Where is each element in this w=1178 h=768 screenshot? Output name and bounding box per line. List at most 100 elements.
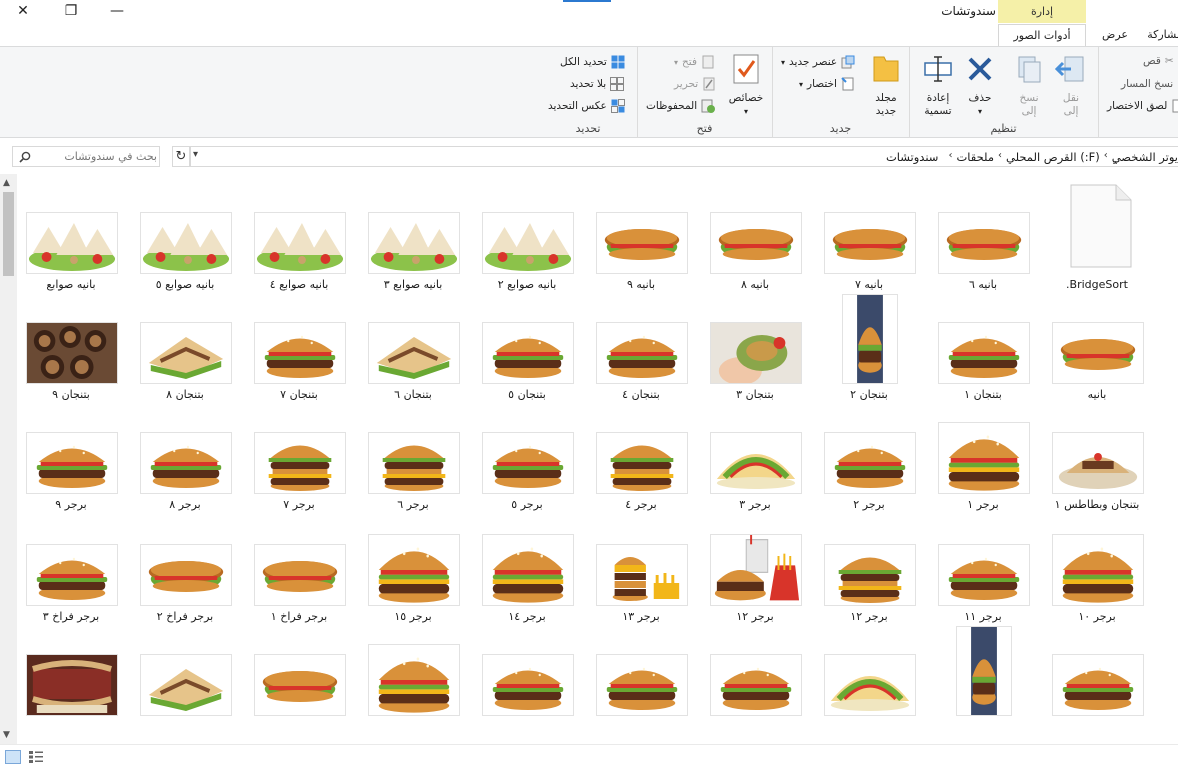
tab-share[interactable]: مشاركة	[1140, 24, 1178, 46]
image-file-item[interactable]: بانيه صوابع ٣	[360, 182, 466, 291]
new-folder-button[interactable]: مجلد جديد	[867, 53, 905, 118]
file-list-pane[interactable]: ▲ ▼ BridgeSort. بانيه ٦ بانيه ٧ بانيه ٨ باني…	[0, 174, 1178, 744]
scroll-thumb[interactable]	[3, 192, 14, 276]
image-file-item[interactable]: برجر فراخ ١	[246, 514, 352, 623]
address-history-dropdown-icon[interactable]: ▾	[193, 149, 198, 160]
image-file-item[interactable]: برجر ٧	[246, 402, 352, 511]
image-file-item[interactable]	[816, 624, 922, 728]
image-file-item[interactable]: برجر ١٥	[360, 514, 466, 623]
invert-selection-button[interactable]: عكس التحديد	[548, 99, 625, 113]
image-file-item[interactable]: بانيه ٩	[588, 182, 694, 291]
image-file-item[interactable]: برجر ٢	[816, 402, 922, 511]
copy-path-button[interactable]: نسخ المسار	[1121, 77, 1178, 91]
image-file-item[interactable]	[930, 624, 1036, 728]
image-file-item[interactable]	[588, 624, 694, 728]
address-row: ↻ ▾ ٍيوتر الشخصي ‹ القرص المحلي (:F) ‹ م…	[0, 138, 1178, 174]
image-file-item[interactable]: بتنجان ٢	[816, 292, 922, 401]
image-file-item[interactable]: بتنجان ٩	[18, 292, 124, 401]
breadcrumb-item-attachments[interactable]: ملحقات	[956, 150, 994, 164]
image-file-item[interactable]: بانيه ٦	[930, 182, 1036, 291]
image-file-item[interactable]: بانيه ٨	[702, 182, 808, 291]
image-file-item[interactable]: بانيه ٧	[816, 182, 922, 291]
details-view-button[interactable]	[5, 750, 21, 764]
edit-button[interactable]: تحرير	[674, 77, 716, 91]
image-file-item[interactable]: بتنجان ٧	[246, 292, 352, 401]
history-icon	[701, 99, 716, 113]
breadcrumb-separator-icon[interactable]: ‹	[998, 150, 1002, 164]
breadcrumb-item-sandwiches[interactable]: سندوتشات	[886, 150, 939, 164]
breadcrumb-separator-icon[interactable]: ‹	[948, 150, 952, 164]
address-bar[interactable]: ▾ ٍيوتر الشخصي ‹ القرص المحلي (:F) ‹ ملح…	[190, 146, 1178, 167]
image-file-item[interactable]: برجر فراخ ٣	[18, 514, 124, 623]
image-file-item[interactable]: برجر ١٣	[588, 514, 694, 623]
open-button[interactable]: ▾ فتح	[674, 55, 715, 69]
image-file-item[interactable]: برجر ٨	[132, 402, 238, 511]
tab-view[interactable]: عرض	[1094, 24, 1136, 46]
easy-access-button[interactable]: ▾ اختصار	[799, 77, 855, 91]
sandwich-thumbnail-icon	[824, 654, 916, 716]
rename-button[interactable]: إعادة تسمية	[918, 53, 958, 118]
breadcrumb-item-this-pc[interactable]: ٍيوتر الشخصي	[1112, 150, 1178, 164]
image-file-item[interactable]: برجر ١١	[930, 514, 1036, 623]
sandwich-thumbnail-icon	[368, 534, 460, 606]
image-file-item[interactable]: برجر ٤	[588, 402, 694, 511]
context-tab-manage[interactable]: إدارة	[998, 0, 1086, 23]
select-none-button[interactable]: بلا تحديد	[570, 77, 625, 91]
image-file-item[interactable]: بانيه صوابع ٢	[474, 182, 580, 291]
properties-button[interactable]: خصائص ▾	[724, 53, 768, 118]
breadcrumb-separator-icon[interactable]: ‹	[1104, 150, 1108, 164]
ribbon-group-organize: إعادة تسمية حذف ▾ نسخ إلى نقل إلى تنظيم	[909, 47, 1097, 138]
image-file-item[interactable]: برجر ١	[930, 402, 1036, 511]
vertical-scrollbar[interactable]: ▲ ▼	[0, 174, 17, 744]
copy-to-button[interactable]: نسخ إلى	[1010, 53, 1048, 118]
search-input[interactable]	[37, 147, 157, 166]
image-file-item[interactable]	[474, 624, 580, 728]
file-name-label: برجر ٩	[55, 498, 87, 511]
image-file-item[interactable]: برجر ٩	[18, 402, 124, 511]
file-name-label: برجر ١٤	[508, 610, 546, 623]
image-file-item[interactable]	[18, 624, 124, 728]
image-file-item[interactable]: بانيه صوابع	[18, 182, 124, 291]
image-file-item[interactable]	[360, 624, 466, 728]
image-file-item[interactable]	[702, 624, 808, 728]
image-file-item[interactable]	[132, 624, 238, 728]
maximize-button[interactable]: ❐	[48, 0, 94, 22]
image-file-item[interactable]: بتنجان ٤	[588, 292, 694, 401]
image-file-item[interactable]: برجر ٣	[702, 402, 808, 511]
image-file-item[interactable]: برجر ١٠	[1044, 514, 1150, 623]
move-to-button[interactable]: نقل إلى	[1052, 53, 1090, 118]
minimize-button[interactable]: —	[94, 0, 140, 22]
image-file-item[interactable]: برجر ٦	[360, 402, 466, 511]
search-box[interactable]	[12, 146, 160, 167]
scroll-down-icon[interactable]: ▼	[3, 730, 10, 740]
scroll-up-icon[interactable]: ▲	[3, 178, 10, 188]
file-item[interactable]: BridgeSort.	[1044, 182, 1150, 291]
large-icons-view-button[interactable]	[28, 750, 44, 764]
image-file-item[interactable]: برجر ١٤	[474, 514, 580, 623]
cut-button[interactable]: قص ✂	[1143, 55, 1174, 67]
image-file-item[interactable]: برجر ١٢	[816, 514, 922, 623]
image-file-item[interactable]: بتنجان ١	[930, 292, 1036, 401]
history-button[interactable]: المحفوظات	[646, 99, 716, 113]
image-file-item[interactable]: بانيه	[1044, 292, 1150, 401]
image-file-item[interactable]: برجر فراخ ٢	[132, 514, 238, 623]
image-file-item[interactable]: بتنجان ٨	[132, 292, 238, 401]
image-file-item[interactable]: بانيه صوابع ٥	[132, 182, 238, 291]
image-file-item[interactable]: بتنجان ٥	[474, 292, 580, 401]
breadcrumb-item-local-disk[interactable]: القرص المحلي (:F)	[1006, 150, 1100, 164]
image-file-item[interactable]	[246, 624, 352, 728]
delete-button[interactable]: حذف ▾	[960, 53, 1000, 118]
image-file-item[interactable]: بانيه صوابع ٤	[246, 182, 352, 291]
select-all-button[interactable]: تحديد الكل	[560, 55, 625, 69]
refresh-button[interactable]: ↻	[172, 146, 190, 167]
close-button[interactable]: ✕	[0, 0, 46, 22]
new-item-button[interactable]: ▾ عنصر جديد	[781, 55, 855, 69]
image-file-item[interactable]	[1044, 624, 1150, 728]
image-file-item[interactable]: برجر ٥	[474, 402, 580, 511]
image-file-item[interactable]: بتنجان ٣	[702, 292, 808, 401]
paste-shortcut-button[interactable]: لصق الاختصار	[1107, 99, 1178, 113]
image-file-item[interactable]: بتنجان وبطاطس ١	[1044, 402, 1150, 511]
image-file-item[interactable]: بتنجان ٦	[360, 292, 466, 401]
image-file-item[interactable]: برجر ١٢	[702, 514, 808, 623]
tab-picture-tools[interactable]: أدوات الصور	[998, 24, 1086, 46]
